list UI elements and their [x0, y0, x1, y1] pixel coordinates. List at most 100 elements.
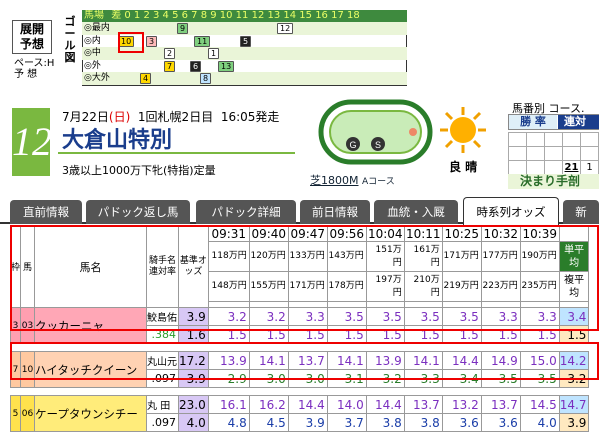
tab-5[interactable]: 時系列オッズ	[463, 197, 559, 225]
tab-2[interactable]: パドック詳細	[196, 200, 296, 224]
timeseries-odds-table: 枠馬馬名 騎手名連対率 基準オッズ 09:31 09:40 09:47 09:56 10:04…	[9, 225, 590, 432]
tab-0[interactable]: 直前情報	[10, 200, 82, 224]
place-odds: 3.4	[441, 369, 482, 388]
base-place-odds: 4.0	[178, 413, 209, 432]
place-odds: 4.8	[207, 413, 250, 432]
jockey-name: 丸 田	[146, 395, 180, 414]
weather-label: 良 晴	[449, 160, 478, 174]
base-win-odds: 17.2	[178, 351, 209, 370]
win-odds: 3.2	[207, 307, 250, 326]
header-time: 09:40	[248, 225, 289, 242]
tab-win-rate[interactable]: 勝 率	[509, 115, 557, 129]
win-odds: 3.5	[441, 307, 482, 326]
place-odds: 1.5	[287, 325, 328, 344]
stats-cell[interactable]: 21	[562, 160, 581, 175]
horse-name: クッカーニャ	[34, 307, 148, 344]
place-odds: 3.6	[441, 413, 482, 432]
stats-cell[interactable]	[580, 132, 599, 147]
header-place-total: 219万円	[441, 271, 482, 302]
svg-text:G: G	[349, 140, 356, 150]
stats-cell[interactable]	[508, 146, 527, 161]
header-win-total: 120万円	[248, 241, 289, 272]
header-win-total: 190万円	[519, 241, 560, 272]
base-win-odds: 23.0	[178, 395, 209, 414]
place-odds: 1.5	[326, 325, 367, 344]
horse-marker: 8	[200, 73, 212, 85]
win-odds: 13.9	[207, 351, 250, 370]
jockey-name: 丸山元	[146, 351, 180, 370]
win-odds: 14.9	[480, 351, 521, 370]
stats-cell[interactable]	[526, 160, 545, 175]
stats-cell[interactable]	[508, 160, 527, 175]
place-odds: 1.5	[403, 325, 443, 344]
tab-4[interactable]: 血統・入厩	[374, 200, 458, 224]
tab-rentai[interactable]: 連対	[558, 115, 599, 129]
stats-cell[interactable]	[526, 132, 545, 147]
stats-cell[interactable]	[580, 146, 599, 161]
win-odds: 16.1	[207, 395, 250, 414]
waku-number: 7	[9, 351, 22, 388]
place-odds: 3.5	[519, 369, 560, 388]
race-conditions: 3歳以上1000万下牝(特指)定量	[62, 164, 216, 177]
horse-name: ハイタッチクイーン	[34, 351, 148, 388]
place-odds: 3.6	[480, 413, 521, 432]
stats-cell[interactable]	[526, 146, 545, 161]
stats-cell[interactable]	[508, 132, 527, 147]
stats-grid: 21 1	[508, 132, 599, 175]
goal-row-label: ◎内	[84, 35, 101, 46]
place-odds: 3.8	[403, 413, 443, 432]
pace-label: ペース:H	[14, 58, 55, 69]
race-name: 大倉山特別	[62, 128, 173, 153]
jockey-rate: .384	[146, 325, 180, 344]
table-row[interactable]: 7 10 ハイタッチクイーン 丸山元 17.2 13.9 14.1 13.7 14.1 13.9 1…	[9, 351, 590, 388]
stats-cell[interactable]	[544, 146, 563, 161]
stats-cell[interactable]	[562, 132, 581, 147]
win-odds: 3.5	[326, 307, 367, 326]
stats-cell[interactable]	[544, 132, 563, 147]
goal-row-label: ◎最内	[84, 23, 110, 33]
header-place-total: 235万円	[519, 271, 560, 302]
goal-row-label: ◎大外	[84, 73, 110, 84]
horse-marker: 2	[164, 48, 176, 60]
base-win-odds: 3.9	[178, 307, 209, 326]
win-odds: 14.4	[441, 351, 482, 370]
header-win-total: 161万円	[403, 241, 443, 272]
place-odds: 1.5	[480, 325, 521, 344]
goal-row-label: ◎中	[84, 48, 101, 59]
win-odds: 15.0	[519, 351, 560, 370]
sunny-icon	[440, 107, 486, 153]
horse-marker: 4	[140, 73, 152, 85]
header-time: 10:11	[403, 225, 443, 242]
horse-marker: 9	[177, 23, 189, 34]
tab-1[interactable]: パドック返し馬	[86, 200, 190, 224]
stats-cell[interactable]: 1	[580, 160, 599, 175]
stats-cell[interactable]	[562, 146, 581, 161]
win-odds: 14.1	[326, 351, 367, 370]
course-map-icon: G S	[318, 99, 433, 165]
win-odds: 13.7	[403, 395, 443, 414]
place-odds: 3.1	[326, 369, 367, 388]
stats-cell[interactable]	[544, 160, 563, 175]
table-row[interactable]: 3 03 クッカーニャ 鮫島佑 3.9 3.2 3.2 3.3 3.5 3.5 3.5 3.5 3.3 3…	[9, 307, 590, 344]
tab-3[interactable]: 前日情報	[300, 200, 370, 224]
header-win-total: 118万円	[207, 241, 250, 272]
race-number: 12	[12, 108, 52, 176]
horse-marker: 11	[194, 35, 211, 47]
tab-6[interactable]: 新	[563, 200, 599, 224]
kimarite-label[interactable]: 決まり手剖	[508, 174, 599, 189]
place-avg: 3.2	[558, 369, 590, 388]
win-odds: 13.2	[441, 395, 482, 414]
place-odds: 1.5	[441, 325, 482, 344]
horse-number: 10	[20, 351, 36, 388]
highlight-box	[118, 32, 144, 53]
horse-number: 06	[20, 395, 36, 432]
race-start-time: 16:05発走	[220, 110, 280, 124]
table-row[interactable]: 5 06 ケープタウンシチー丸 田 23.0 16.1 16.2 14.4 14.0 14.4 1…	[9, 395, 590, 432]
place-avg: 3.9	[558, 413, 590, 432]
goal-diagram-header: 馬場 差 0 1 2 3 4 5 6 7 8 9 10 11 12 13 14 …	[82, 10, 407, 22]
place-odds: 4.0	[519, 413, 560, 432]
win-odds: 3.2	[248, 307, 289, 326]
course-type: Aコース	[362, 177, 395, 187]
header-win-avg: 単平均	[558, 241, 590, 272]
place-odds: 3.2	[365, 369, 405, 388]
